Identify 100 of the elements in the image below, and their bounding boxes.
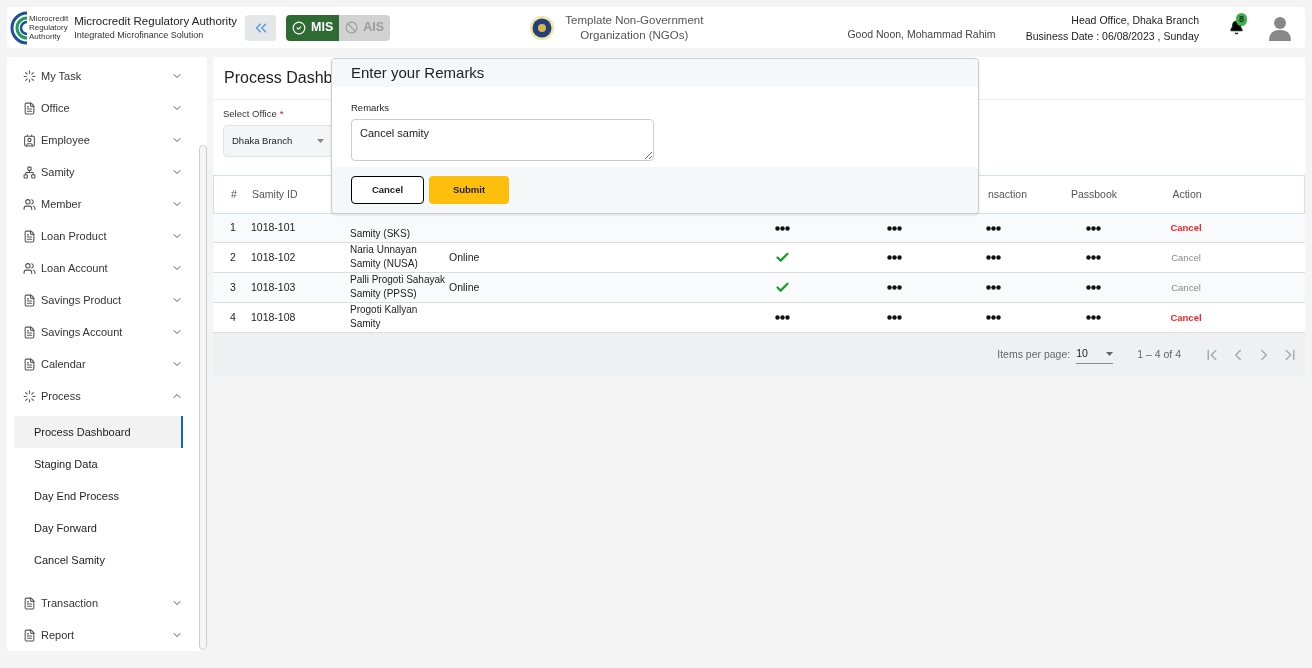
- remarks-field[interactable]: Cancel samity: [351, 119, 654, 162]
- more-icon[interactable]: [985, 315, 1001, 321]
- table-cell-text: 3: [229, 279, 237, 295]
- tenant-name: Template Non-Government: [565, 12, 704, 28]
- sidebar-subitem[interactable]: Day End Process: [14, 480, 183, 512]
- org-name: Microcredit Regulatory Authority: [74, 13, 238, 29]
- sidebar-subitem[interactable]: Process Dashboard: [14, 416, 183, 448]
- scrollbar[interactable]: [199, 145, 207, 650]
- table-cell-text: Samity (SKS): [350, 227, 411, 242]
- collapse-sidebar-button[interactable]: [245, 14, 277, 41]
- sidebar-item[interactable]: Employee: [23, 124, 183, 156]
- logo-text: Microcredit: [29, 14, 69, 23]
- sidebar-item[interactable]: Loan Account: [23, 252, 183, 284]
- table-cell-text: Naria Unnayan Samity (NUSA): [350, 243, 419, 272]
- cancel-link[interactable]: Cancel: [1170, 221, 1202, 236]
- more-icon[interactable]: [774, 315, 790, 321]
- more-icon[interactable]: [886, 285, 902, 291]
- users-icon: [23, 197, 36, 211]
- dropdown-caret-icon: [317, 139, 324, 144]
- table-cell-text: 1018-103: [251, 279, 297, 295]
- sidebar-item[interactable]: Report: [23, 619, 183, 651]
- cancel-link[interactable]: Cancel: [1170, 310, 1202, 325]
- sidebar-item[interactable]: Process: [23, 380, 183, 412]
- network-icon: [23, 165, 36, 179]
- dialog-title: Enter your Remarks: [351, 62, 485, 83]
- more-icon[interactable]: [1085, 285, 1101, 291]
- sidebar-item[interactable]: Office: [23, 92, 183, 124]
- more-icon[interactable]: [774, 225, 790, 231]
- tenant-name: Organization (NGOs): [580, 27, 689, 43]
- field-label: Remarks: [351, 101, 390, 115]
- users-icon: [23, 261, 36, 275]
- page-title: Process Dashb: [224, 68, 333, 88]
- notification-badge: 8: [1236, 13, 1247, 26]
- table-cell-text: 1018-101: [251, 220, 297, 236]
- logo-text: Authority: [29, 32, 62, 41]
- document-icon: [23, 628, 36, 642]
- field-label: Select Office: [223, 107, 277, 121]
- cancel-link[interactable]: Cancel: [1171, 250, 1201, 265]
- column-header: Passbook: [1070, 186, 1118, 202]
- more-icon[interactable]: [886, 255, 902, 261]
- more-icon[interactable]: [1085, 225, 1101, 231]
- logo-text: Regulatory: [29, 23, 69, 32]
- document-icon: [23, 325, 36, 339]
- sidebar-item[interactable]: Calendar: [23, 348, 183, 380]
- avatar-icon[interactable]: [1268, 14, 1292, 41]
- page-size-select[interactable]: 10: [1076, 345, 1114, 364]
- ban-icon: [345, 21, 359, 34]
- sidebar-item[interactable]: My Task: [23, 60, 183, 92]
- column-header: Samity ID: [252, 186, 299, 202]
- loader-icon: [23, 389, 36, 403]
- sidebar-item[interactable]: Transaction: [23, 587, 183, 619]
- document-icon: [23, 101, 36, 115]
- column-header: nsaction: [987, 186, 1028, 202]
- more-icon[interactable]: [886, 225, 902, 231]
- contact-card-icon: [23, 133, 36, 147]
- document-icon: [23, 229, 36, 243]
- emblem-icon: [529, 14, 556, 41]
- sidebar-item[interactable]: Samity: [23, 156, 183, 188]
- column-header: Action: [1172, 186, 1202, 202]
- check-circle-icon: [292, 20, 307, 35]
- table-cell-text: 1: [229, 220, 237, 236]
- submit-button[interactable]: Submit: [429, 176, 509, 205]
- greeting: Good Noon, Mohammad Rahim: [847, 27, 996, 43]
- module-tab[interactable]: MIS: [286, 14, 340, 41]
- table-cell-text: 1018-108: [251, 309, 297, 325]
- more-icon[interactable]: [1085, 315, 1101, 321]
- dropdown-caret-icon: [1106, 351, 1114, 356]
- sidebar-subitem[interactable]: Staging Data: [14, 448, 183, 480]
- column-header: #: [230, 186, 238, 202]
- loader-icon: [23, 69, 36, 83]
- cancel-link[interactable]: Cancel: [1171, 280, 1201, 295]
- document-icon: [23, 357, 36, 371]
- sidebar-item[interactable]: Member: [23, 188, 183, 220]
- document-icon: [23, 293, 36, 307]
- org-subtitle: Integrated Microfinance Solution: [74, 28, 205, 42]
- business-date: Business Date : 06/08/2023 , Sunday: [1025, 28, 1199, 44]
- required-mark: *: [279, 107, 284, 121]
- table-cell: Online: [449, 280, 480, 293]
- document-icon: [23, 596, 36, 610]
- page-range: 1 – 4 of 4: [1137, 346, 1181, 362]
- table-cell-text: Palli Progoti Sahayak Samity (PPSS): [350, 273, 447, 302]
- logo-icon: [10, 10, 28, 45]
- more-icon[interactable]: [985, 225, 1001, 231]
- sidebar-item[interactable]: Savings Product: [23, 284, 183, 316]
- sidebar-subitem[interactable]: Day Forward: [14, 512, 183, 544]
- sidebar-subitem[interactable]: Cancel Samity: [14, 544, 183, 576]
- more-icon[interactable]: [1085, 255, 1101, 261]
- more-icon[interactable]: [985, 285, 1001, 291]
- cancel-button[interactable]: Cancel: [351, 176, 424, 205]
- table-cell-text: Progoti Kallyan Samity: [350, 303, 419, 332]
- sidebar-item[interactable]: Loan Product: [23, 220, 183, 252]
- sidebar-item[interactable]: Savings Account: [23, 316, 183, 348]
- more-icon[interactable]: [985, 255, 1001, 261]
- more-icon[interactable]: [886, 315, 902, 321]
- items-per-page-label: Items per page:: [997, 346, 1071, 362]
- table-cell-text: 1018-102: [251, 249, 297, 265]
- office-select[interactable]: Dhaka Branch: [223, 125, 333, 158]
- office-name: Head Office, Dhaka Branch: [1071, 12, 1199, 28]
- table-cell-text: 2: [229, 249, 237, 265]
- table-cell: Online: [449, 250, 480, 263]
